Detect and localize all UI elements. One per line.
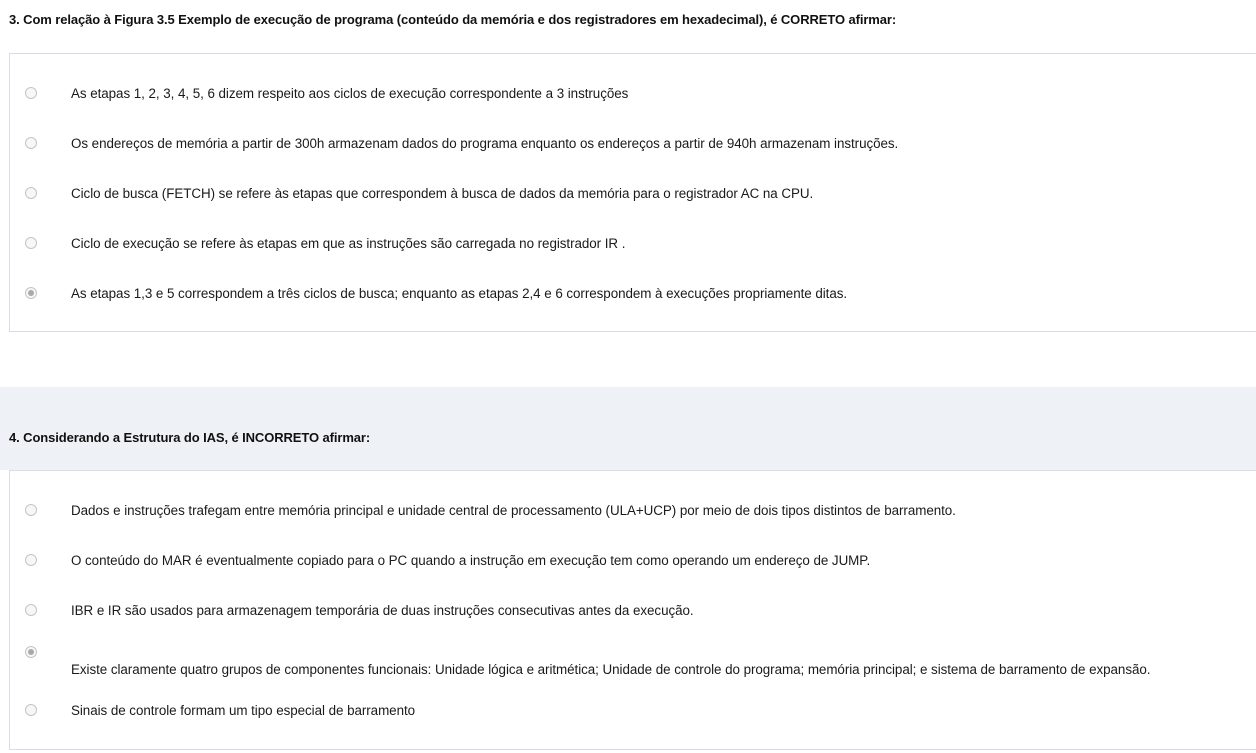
option-label: Existe claramente quatro grupos de compo… <box>71 662 1151 677</box>
option-b[interactable]: O conteúdo do MAR é eventualmente copiad… <box>10 548 1250 572</box>
radio-button[interactable] <box>25 604 37 616</box>
option-label: Dados e instruções trafegam entre memóri… <box>71 502 956 518</box>
option-d[interactable]: Existe claramente quatro grupos de compo… <box>10 646 1250 677</box>
option-c[interactable]: IBR e IR são usados para armazenagem tem… <box>10 598 1250 622</box>
option-e[interactable]: As etapas 1,3 e 5 correspondem a três ci… <box>10 281 1250 305</box>
question-4: 4. Considerando a Estrutura do IAS, é IN… <box>0 387 1256 753</box>
radio-button[interactable] <box>25 704 37 716</box>
option-b[interactable]: Os endereços de memória a partir de 300h… <box>10 131 1250 155</box>
option-e[interactable]: Sinais de controle formam um tipo especi… <box>10 698 1250 722</box>
radio-button[interactable] <box>25 504 37 516</box>
radio-button[interactable] <box>25 287 37 299</box>
options-list: Dados e instruções trafegam entre memóri… <box>9 470 1256 750</box>
option-label: IBR e IR são usados para armazenagem tem… <box>71 602 694 618</box>
radio-button[interactable] <box>25 137 37 149</box>
quiz-page: 3. Com relação à Figura 3.5 Exemplo de e… <box>0 0 1256 753</box>
radio-button[interactable] <box>25 554 37 566</box>
option-label: Ciclo de execução se refere às etapas em… <box>71 235 626 251</box>
options-list: As etapas 1, 2, 3, 4, 5, 6 dizem respeit… <box>9 53 1256 332</box>
option-c[interactable]: Ciclo de busca (FETCH) se refere às etap… <box>10 181 1250 205</box>
option-label: Sinais de controle formam um tipo especi… <box>71 702 416 718</box>
option-label: Ciclo de busca (FETCH) se refere às etap… <box>71 185 814 201</box>
radio-button[interactable] <box>25 646 37 658</box>
question-title: 3. Com relação à Figura 3.5 Exemplo de e… <box>9 12 897 27</box>
option-label: O conteúdo do MAR é eventualmente copiad… <box>71 552 871 568</box>
option-a[interactable]: Dados e instruções trafegam entre memóri… <box>10 498 1250 522</box>
radio-button[interactable] <box>25 187 37 199</box>
option-label: As etapas 1, 2, 3, 4, 5, 6 dizem respeit… <box>71 85 629 101</box>
option-a[interactable]: As etapas 1, 2, 3, 4, 5, 6 dizem respeit… <box>10 81 1250 105</box>
question-3: 3. Com relação à Figura 3.5 Exemplo de e… <box>0 0 1256 387</box>
option-label: Os endereços de memória a partir de 300h… <box>71 135 899 151</box>
radio-button[interactable] <box>25 237 37 249</box>
option-label: As etapas 1,3 e 5 correspondem a três ci… <box>71 285 848 301</box>
question-title: 4. Considerando a Estrutura do IAS, é IN… <box>9 430 371 445</box>
radio-button[interactable] <box>25 87 37 99</box>
option-d[interactable]: Ciclo de execução se refere às etapas em… <box>10 231 1250 255</box>
